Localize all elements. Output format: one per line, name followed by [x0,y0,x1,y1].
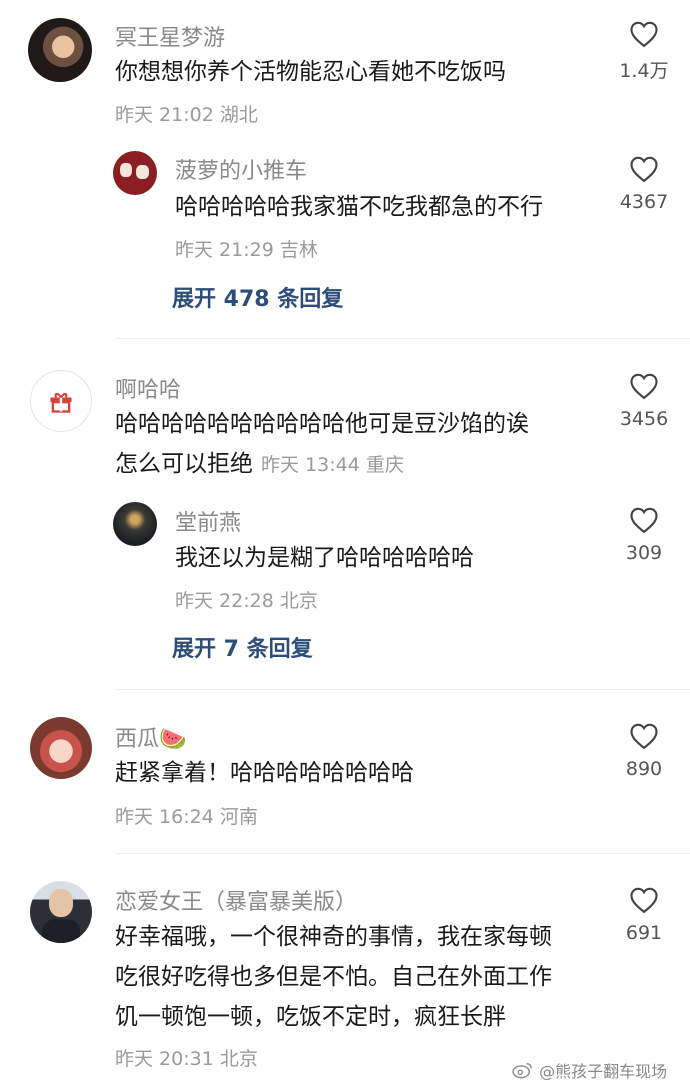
like-count: 309 [625,542,663,564]
heart-outline-icon[interactable] [629,20,659,48]
comment-time: 昨天 13:44 [261,454,360,476]
like-button[interactable]: 890 [604,722,684,780]
gift-icon [50,392,72,413]
comment-location: 重庆 [365,454,404,476]
avatar[interactable] [28,18,92,82]
comment-time: 昨天 20:31 [115,1048,214,1070]
comment-meta: 昨天 16:24 河南 [115,802,258,829]
watermark: @熊孩子翻车现场 [512,1058,667,1082]
comment-username[interactable]: 啊哈哈 [115,372,181,404]
reply-username[interactable]: 堂前燕 [175,505,241,537]
avatar[interactable] [30,881,92,943]
expand-replies-link[interactable]: 展开 478 条回复 [172,281,343,313]
watermelon-icon: 🍉 [159,727,187,752]
avatar[interactable] [30,370,92,432]
watermark-text: @熊孩子翻车现场 [539,1062,668,1081]
reply-location: 北京 [279,590,318,612]
comment-meta: 昨天 20:31 北京 [115,1044,258,1071]
heart-outline-icon[interactable] [629,506,659,534]
comment-time: 昨天 21:02 [115,104,214,126]
comment-username-text: 西瓜 [115,727,160,752]
reply-location: 吉林 [279,239,318,261]
comment-text: 饥一顿饱一顿，吃饭不定时，疯狂长胖 [115,1004,506,1030]
divider [115,853,690,854]
comment-username[interactable]: 西瓜🍉 [115,721,186,753]
comment-time: 昨天 16:24 [115,806,214,828]
comment-location: 湖北 [219,104,258,126]
comment-text: 哈哈哈哈哈哈哈哈哈哈他可是豆沙馅的诶 [115,411,529,437]
heart-outline-icon[interactable] [629,722,659,750]
heart-outline-icon[interactable] [629,372,659,400]
reply-text: 我还以为是糊了哈哈哈哈哈哈 [175,545,474,571]
comment-meta: 昨天 21:02 湖北 [115,100,258,127]
divider [115,689,690,690]
like-count: 4367 [619,191,669,213]
like-count: 890 [625,758,663,780]
reply-meta: 昨天 21:29 吉林 [175,235,318,262]
weibo-icon [512,1062,532,1079]
like-button[interactable]: 3456 [604,372,684,430]
reply-time: 昨天 22:28 [175,590,274,612]
avatar[interactable] [30,717,92,779]
reply-username[interactable]: 菠萝的小推车 [175,153,307,185]
like-count: 3456 [619,408,669,430]
comment-text: 吃很好吃得也多但是不怕。自己在外面工作 [115,964,552,990]
comment-text-line: 怎么可以拒绝 昨天 13:44 重庆 [115,446,404,483]
reply-meta: 昨天 22:28 北京 [175,586,318,613]
reply-time: 昨天 21:29 [175,239,274,261]
comment-username[interactable]: 恋爱女王（暴富暴美版） [115,884,357,916]
heart-outline-icon[interactable] [629,155,659,183]
comment-location: 北京 [219,1048,258,1070]
comment-username[interactable]: 冥王星梦游 [115,20,225,52]
avatar[interactable] [113,151,157,195]
like-count: 1.4万 [619,60,669,82]
avatar[interactable] [113,502,157,546]
heart-outline-icon[interactable] [629,886,659,914]
like-button[interactable]: 309 [604,506,684,564]
comment-text: 好幸福哦，一个很神奇的事情，我在家每顿 [115,924,552,950]
like-button[interactable]: 1.4万 [604,20,684,83]
comment-meta: 昨天 13:44 重庆 [261,454,404,476]
comment-location: 河南 [219,806,258,828]
divider [115,338,690,339]
comment-text: 赶紧拿着！哈哈哈哈哈哈哈哈 [115,760,414,786]
like-button[interactable]: 4367 [604,155,684,213]
like-button[interactable]: 691 [604,886,684,944]
comment-text-continued: 怎么可以拒绝 [115,451,253,477]
like-count: 691 [625,922,663,944]
comment-text: 你想想你养个活物能忍心看她不吃饭吗 [115,59,506,85]
expand-replies-link[interactable]: 展开 7 条回复 [172,631,313,663]
reply-text: 哈哈哈哈哈我家猫不吃我都急的不行 [175,194,543,220]
